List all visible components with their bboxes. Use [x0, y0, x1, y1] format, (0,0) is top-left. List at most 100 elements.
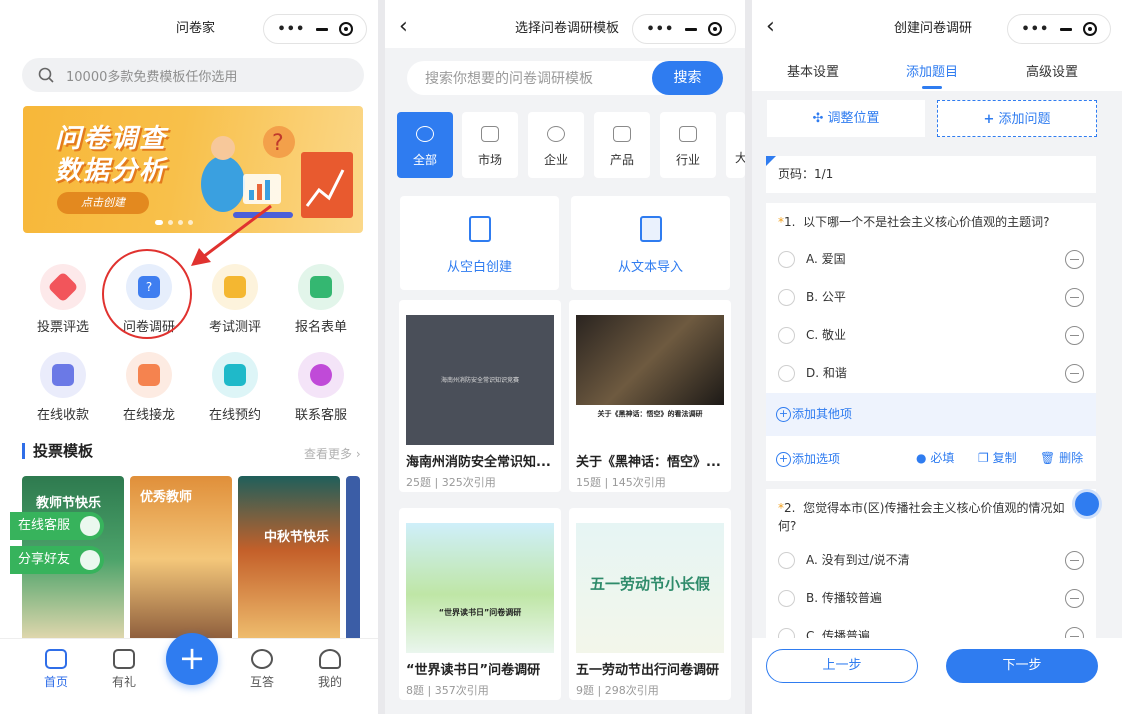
- option-row[interactable]: C. 敬业: [778, 323, 1084, 347]
- required-label: 必填: [930, 451, 955, 465]
- text-import-button[interactable]: 从文本导入: [571, 196, 730, 290]
- option-row[interactable]: B. 传播较普遍: [778, 586, 1084, 610]
- customer-service-float-icon[interactable]: [1072, 489, 1102, 519]
- tab-gift[interactable]: 有礼: [94, 649, 154, 690]
- vote-template-thumb[interactable]: [346, 476, 360, 642]
- minimize-icon[interactable]: [1059, 27, 1072, 31]
- adjust-label: 调整位置: [827, 111, 880, 126]
- divider: [378, 0, 385, 714]
- search-bar[interactable]: 10000多款免费模板任你选用: [22, 58, 364, 92]
- option-text: A. 爱国: [806, 252, 846, 266]
- category-product[interactable]: 产品: [594, 112, 650, 178]
- option-row[interactable]: D. 和谐: [778, 361, 1084, 385]
- search-placeholder: 搜索你想要的问卷调研模板: [425, 71, 593, 87]
- more-dots-icon[interactable]: •••: [277, 22, 305, 37]
- option-row[interactable]: B. 公平: [778, 285, 1084, 309]
- thumb-caption: 五一劳动节小长假: [589, 575, 710, 593]
- headset-icon: [80, 516, 101, 536]
- template-card[interactable]: 关于《黑神话：悟空》的看法调研 关于《黑神话：悟空》... 15题 | 145次…: [569, 300, 731, 492]
- template-card[interactable]: 海南州消防安全常识知识竞赛 海南州消防安全常识知... 25题 | 325次引用: [399, 300, 561, 492]
- add-other-option-button[interactable]: 添加其他项: [766, 393, 1096, 436]
- share-icon: [80, 550, 101, 570]
- remove-option-icon[interactable]: [1065, 551, 1084, 570]
- option-row[interactable]: A. 爱国: [778, 247, 1084, 271]
- next-step-button[interactable]: 下一步: [946, 649, 1098, 683]
- option-row[interactable]: A. 没有到过/说不清: [778, 548, 1084, 572]
- vote-template-thumb[interactable]: 优秀教师: [130, 476, 232, 642]
- shortcut-service[interactable]: 联系客服: [286, 352, 356, 423]
- tab-exchange[interactable]: 互答: [232, 649, 292, 690]
- close-target-icon[interactable]: [1082, 22, 1097, 36]
- more-dots-icon[interactable]: •••: [1021, 22, 1049, 37]
- tab-add-question[interactable]: 添加题目: [906, 61, 958, 80]
- thumb-text: 中秋节快乐: [264, 530, 330, 545]
- minimize-icon[interactable]: [684, 27, 697, 31]
- category-industry[interactable]: 行业: [660, 112, 716, 178]
- create-fab-button[interactable]: +: [166, 633, 218, 685]
- vote-template-thumb[interactable]: 中秋节快乐: [238, 476, 340, 642]
- minimize-icon[interactable]: [315, 27, 328, 31]
- page-title: 选择问卷调研模板: [515, 21, 620, 36]
- add-question-button[interactable]: + 添加问题: [937, 100, 1097, 137]
- calendar-icon: [212, 352, 258, 398]
- question-number: 1.: [784, 215, 796, 229]
- float-service-button[interactable]: 在线客服: [10, 512, 105, 540]
- back-arrow-icon[interactable]: ‹: [399, 16, 408, 38]
- category-label: 企业: [543, 153, 568, 167]
- remove-option-icon[interactable]: [1065, 589, 1084, 608]
- app-title: 问卷家: [176, 21, 216, 36]
- float-share-button[interactable]: 分享好友: [10, 546, 105, 574]
- copy-question-button[interactable]: ❐ 复制: [978, 449, 1017, 466]
- option-text: D. 和谐: [806, 366, 847, 380]
- template-card[interactable]: “世界读书日”问卷调研 “世界读书日”问卷调研 8题 | 357次引用: [399, 508, 561, 700]
- thumb-text: 优秀教师: [140, 490, 193, 505]
- delete-question-button[interactable]: 🗑 删除: [1040, 449, 1083, 466]
- highlight-arrow-icon: [191, 204, 272, 266]
- section-more-link[interactable]: 查看更多 ›: [304, 445, 361, 462]
- shortcut-vote[interactable]: 投票评选: [28, 264, 98, 335]
- more-dots-icon[interactable]: •••: [646, 22, 674, 37]
- cube-icon: [613, 126, 631, 142]
- shortcut-signup[interactable]: 报名表单: [286, 264, 356, 335]
- category-enterprise[interactable]: 企业: [528, 112, 584, 178]
- shortcut-booking[interactable]: 在线预约: [200, 352, 270, 423]
- banner-create-button[interactable]: 点击创建: [57, 192, 149, 214]
- page-indicator: 页码：1/1: [766, 156, 1096, 193]
- close-target-icon[interactable]: [338, 22, 353, 36]
- remove-option-icon[interactable]: [1065, 288, 1084, 307]
- category-label: 市场: [477, 153, 502, 167]
- shortcut-relay[interactable]: 在线接龙: [114, 352, 184, 423]
- tab-advanced-settings[interactable]: 高级设置: [1026, 61, 1078, 80]
- home-icon: [45, 649, 67, 669]
- template-meta: 15题 | 145次引用: [576, 476, 666, 489]
- search-button[interactable]: 搜索: [652, 61, 723, 95]
- tab-basic-settings[interactable]: 基本设置: [787, 61, 839, 80]
- shortcut-payment[interactable]: 在线收款: [28, 352, 98, 423]
- template-card[interactable]: 五一劳动节小长假 五一劳动节出行问卷调研 9题 | 298次引用: [569, 508, 731, 700]
- create-survey-screen: ‹ 创建问卷调研 ••• 基本设置 添加题目 高级设置 ✣ 调整位置 + 添加问…: [752, 0, 1122, 714]
- doc-add-icon: [468, 216, 491, 242]
- remove-option-icon[interactable]: [1065, 326, 1084, 345]
- back-arrow-icon[interactable]: ‹: [766, 16, 775, 38]
- category-more[interactable]: 大: [726, 112, 745, 178]
- template-thumbnail: 关于《黑神话：悟空》的看法调研: [576, 315, 724, 445]
- category-all[interactable]: 全部: [397, 112, 453, 178]
- remove-option-icon[interactable]: [1065, 364, 1084, 383]
- more-label: 查看更多: [304, 447, 353, 461]
- previous-step-button[interactable]: 上一步: [766, 649, 918, 683]
- category-market[interactable]: 市场: [462, 112, 518, 178]
- payment-icon: [40, 352, 86, 398]
- page-title: 创建问卷调研: [894, 21, 973, 36]
- remove-option-icon[interactable]: [1065, 250, 1084, 269]
- close-target-icon[interactable]: [707, 22, 722, 36]
- required-toggle[interactable]: ● 必填: [916, 449, 954, 466]
- tab-home[interactable]: 首页: [26, 649, 86, 690]
- add-option-button[interactable]: 添加选项: [766, 438, 840, 481]
- template-meta: 9题 | 298次引用: [576, 684, 659, 697]
- tab-mine[interactable]: 我的: [300, 649, 360, 690]
- adjust-position-button[interactable]: ✣ 调整位置: [767, 100, 925, 137]
- template-meta: 8题 | 357次引用: [406, 684, 489, 697]
- shortcut-exam[interactable]: 考试测评: [200, 264, 270, 335]
- template-thumbnail: “世界读书日”问卷调研: [406, 523, 554, 653]
- blank-create-button[interactable]: 从空白创建: [400, 196, 559, 290]
